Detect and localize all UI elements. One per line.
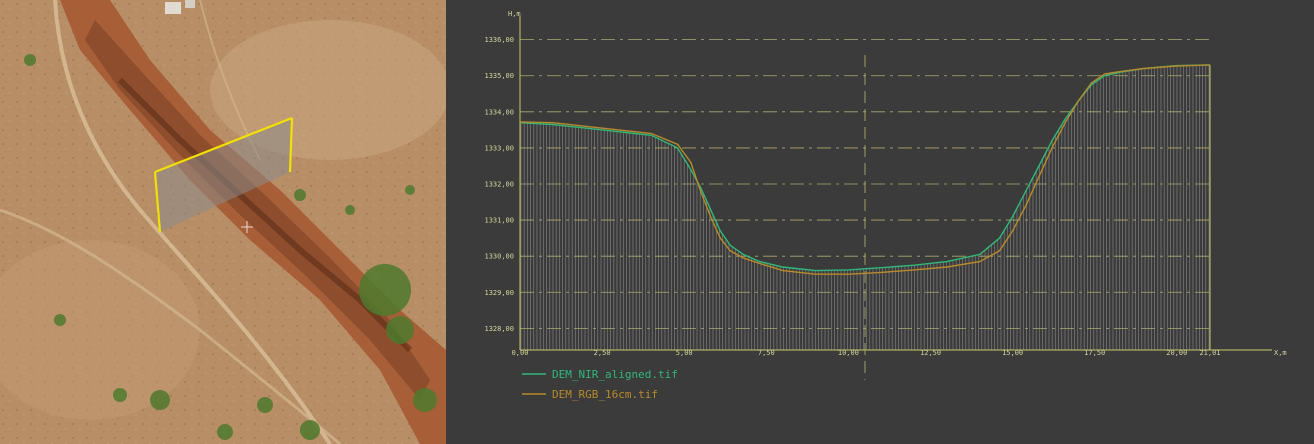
y-tick-label: 1333,00: [484, 144, 514, 152]
x-tick-label: 21,01: [1199, 349, 1220, 357]
y-tick-label: 1328,00: [484, 325, 514, 333]
y-tick-label: 1330,00: [484, 253, 514, 261]
x-axis-title: X,m: [1274, 349, 1287, 357]
y-tick-label: 1336,00: [484, 36, 514, 44]
y-tick-label: 1331,00: [484, 217, 514, 225]
x-tick-label: 10,00: [838, 349, 859, 357]
orthophoto-image[interactable]: [0, 0, 446, 444]
chart-legend: DEM_NIR_aligned.tif DEM_RGB_16cm.tif: [522, 368, 678, 401]
x-tick-label: 12,50: [920, 349, 941, 357]
legend-label: DEM_RGB_16cm.tif: [552, 388, 658, 401]
elevation-profile-chart: 1328,00 1329,00 1330,00 1331,00 1332,00 1333,…: [484, 10, 1287, 401]
x-tick-label: 5,00: [676, 349, 693, 357]
y-axis-title: H,m: [508, 10, 521, 18]
y-tick-label: 1334,00: [484, 108, 514, 116]
orthophoto-view[interactable]: [0, 0, 446, 444]
y-tick-label: 1332,00: [484, 181, 514, 189]
x-tick-label: 15,00: [1002, 349, 1023, 357]
profile-view[interactable]: 1328,00 1329,00 1330,00 1331,00 1332,00 1333,…: [446, 0, 1314, 444]
legend-label: DEM_NIR_aligned.tif: [552, 368, 678, 381]
y-tick-label: 1329,00: [484, 289, 514, 297]
y-tick-label: 1335,00: [484, 72, 514, 80]
x-tick-label: 20,00: [1166, 349, 1187, 357]
x-tick-label: 7,50: [758, 349, 775, 357]
x-tick-label: 17,50: [1084, 349, 1105, 357]
x-tick-label: 0,00: [512, 349, 529, 357]
x-tick-label: 2,50: [594, 349, 611, 357]
